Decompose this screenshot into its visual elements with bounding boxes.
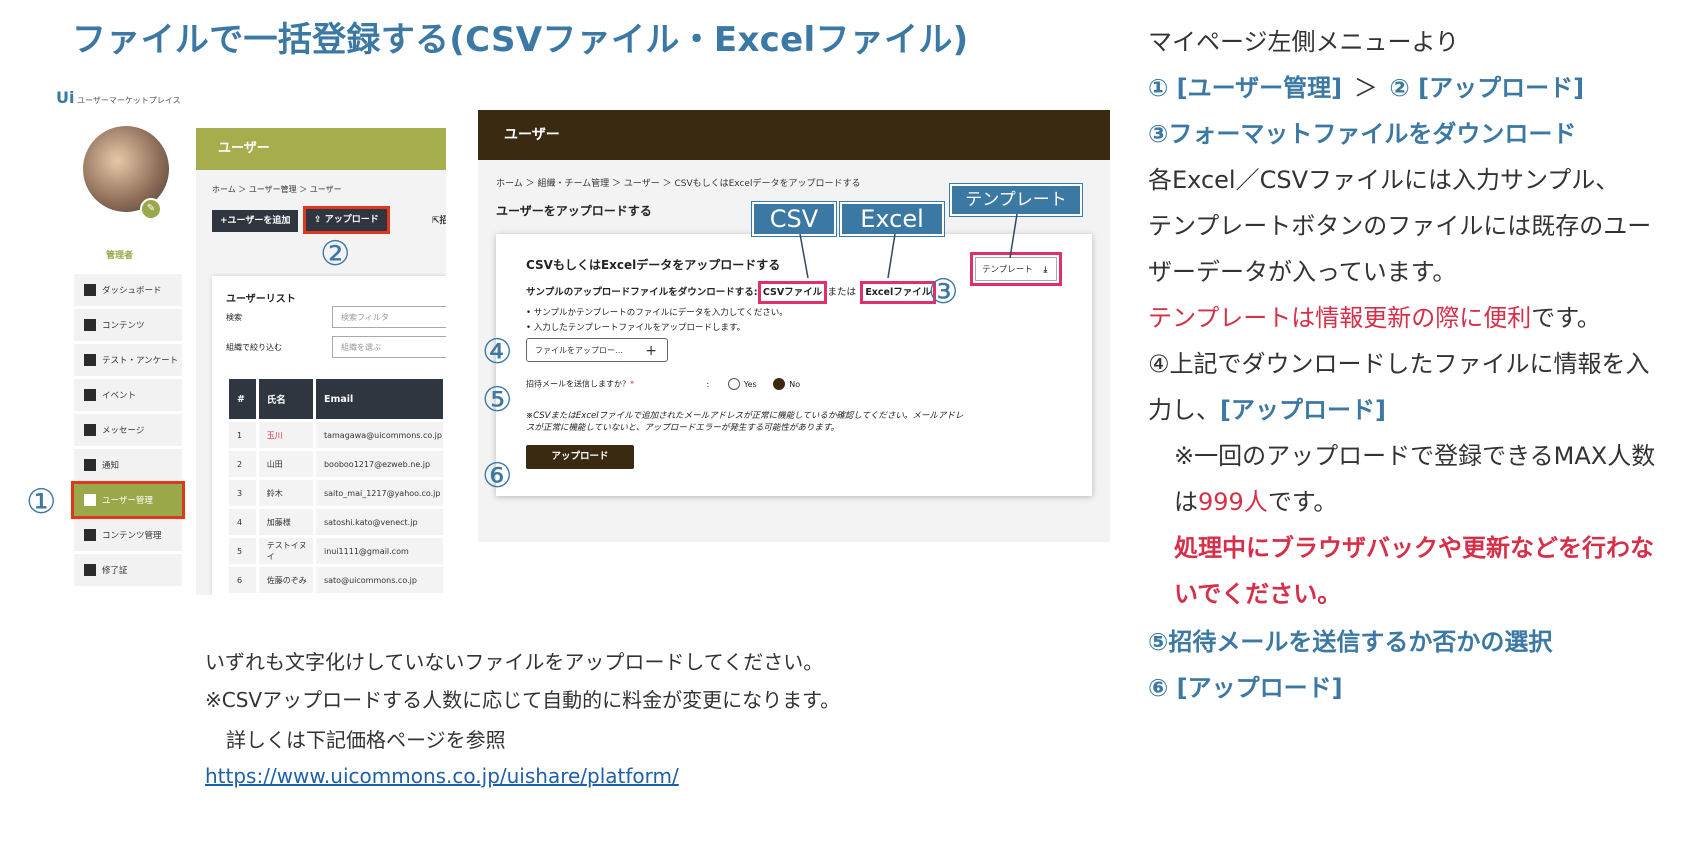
marker-6: ⑥: [482, 456, 513, 496]
instruction-line-4: 各Excel／CSVファイルには入力サンプル、: [1148, 166, 1620, 194]
instruction-line-3: ③フォーマットファイルをダウンロード: [1148, 120, 1577, 148]
marker-3: ③: [928, 272, 959, 312]
instruction-line-12: 処理中にブラウザバックや更新などを行わな: [1174, 534, 1654, 562]
instruction-line-11: は999人です。: [1174, 488, 1338, 516]
instruction-line-2: ① [ユーザー管理] ＞ ② [アップロード]: [1148, 74, 1585, 102]
instruction-line-14: ⑤招待メールを送信するか否かの選択: [1148, 628, 1553, 656]
marker-5: ⑤: [482, 380, 513, 420]
instruction-line-5: テンプレートボタンのファイルには既存のユー: [1148, 212, 1652, 240]
instruction-line-8: ④上記でダウンロードしたファイルに情報を入: [1148, 350, 1650, 378]
bottom-note-3: 詳しくは下記価格ページを参照: [226, 728, 506, 752]
instruction-line-6: ザーデータが入っています。: [1148, 258, 1457, 286]
instruction-line-7: テンプレートは情報更新の際に便利です。: [1148, 304, 1601, 332]
instruction-line-10: ※一回のアップロードで登録できるMAX人数: [1174, 442, 1656, 470]
instruction-line-1: マイページ左側メニューより: [1148, 28, 1460, 56]
marker-4: ④: [482, 332, 513, 372]
instruction-line-9: 力し、[アップロード]: [1148, 396, 1386, 424]
pricing-link[interactable]: https://www.uicommons.co.jp/uishare/plat…: [205, 764, 679, 788]
instruction-line-15: ⑥ [アップロード]: [1148, 674, 1343, 702]
bottom-note-2: ※CSVアップロードする人数に応じて自動的に料金が変更になります。: [205, 688, 841, 712]
bottom-note-1: いずれも文字化けしていないファイルをアップロードしてください。: [205, 650, 824, 674]
instruction-line-13: いでください。: [1174, 580, 1342, 608]
